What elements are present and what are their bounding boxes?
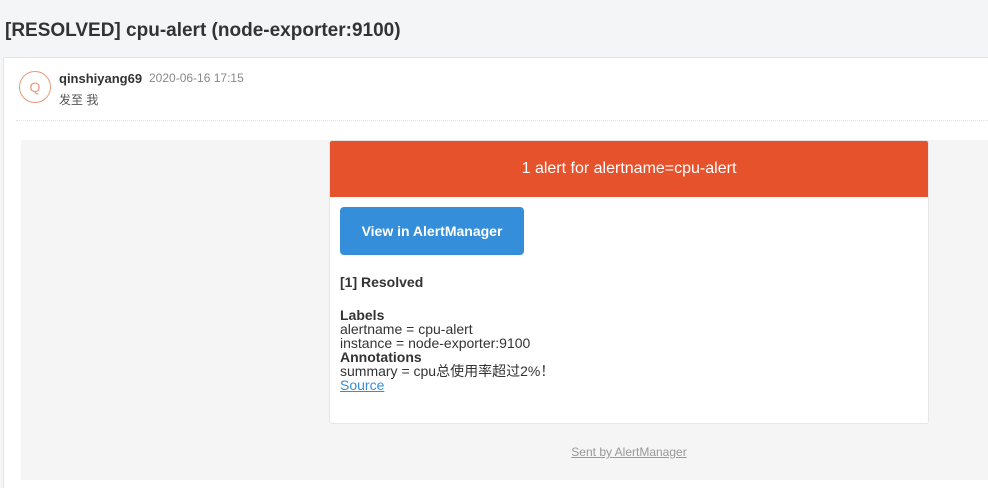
alert-status: [1] Resolved [340, 274, 424, 290]
alert-header: 1 alert for alertname=cpu-alert [330, 141, 928, 197]
alert-card: 1 alert for alertname=cpu-alert View in … [329, 140, 929, 424]
view-in-alertmanager-button[interactable]: View in AlertManager [340, 207, 524, 255]
annotation-summary: summary = cpu总使用率超过2%！ [340, 363, 555, 379]
email-panel: Q qinshiyang69 2020-06-16 17:15 发至 我 1 a… [3, 57, 988, 488]
recipient-line: 发至 我 [59, 93, 99, 107]
label-alertname: alertname = cpu-alert [340, 321, 473, 337]
sent-date: 2020-06-16 17:15 [149, 71, 244, 85]
labels-title: Labels [340, 307, 385, 323]
email-body: 1 alert for alertname=cpu-alert View in … [21, 140, 988, 480]
annotations-title: Annotations [340, 349, 422, 365]
sender-name[interactable]: qinshiyang69 [59, 71, 142, 86]
header-divider [16, 120, 988, 121]
label-instance: instance = node-exporter:9100 [340, 335, 531, 351]
source-link[interactable]: Source [340, 377, 384, 393]
alert-details: Labels alertname = cpu-alert instance = … [340, 308, 554, 392]
email-subject: [RESOLVED] cpu-alert (node-exporter:9100… [5, 20, 401, 41]
sent-by-alertmanager-link[interactable]: Sent by AlertManager [329, 445, 929, 459]
sender-avatar[interactable]: Q [19, 71, 51, 103]
